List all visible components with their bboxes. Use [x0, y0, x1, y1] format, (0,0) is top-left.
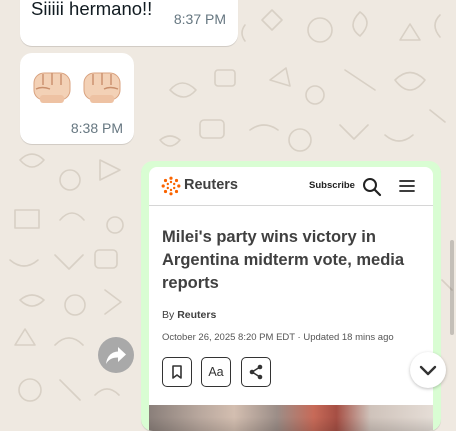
bookmark-button[interactable] [162, 357, 192, 387]
bookmark-icon [172, 365, 182, 379]
text-size-button[interactable]: Aa [201, 357, 231, 387]
incoming-message[interactable]: 8:38 PM [20, 53, 134, 144]
article-dateline: October 26, 2025 8:20 PM EDT · Updated 1… [162, 332, 394, 343]
article-photo [149, 405, 433, 431]
subscribe-link[interactable]: Subscribe [309, 180, 355, 191]
incoming-message[interactable]: Siiiii hermano!! 8:37 PM [20, 0, 238, 46]
share-icon [249, 364, 263, 380]
fist-emoji-icon [83, 72, 121, 103]
reuters-logo-icon [161, 176, 181, 196]
scrollbar[interactable] [450, 240, 454, 335]
search-icon[interactable] [362, 177, 382, 197]
fist-emoji-icon [33, 72, 71, 103]
message-time: 8:38 PM [70, 120, 123, 136]
menu-icon[interactable] [398, 178, 416, 194]
chevron-down-icon [419, 365, 437, 376]
forward-icon [106, 347, 126, 364]
outgoing-link-message[interactable]: Reuters Subscribe Milei's party wins vic… [141, 161, 441, 431]
share-button[interactable] [241, 357, 271, 387]
message-time: 8:37 PM [173, 11, 226, 27]
message-text: Siiiii hermano!! [31, 0, 153, 19]
reuters-header: Reuters Subscribe [149, 167, 433, 206]
forward-button[interactable] [98, 337, 134, 373]
link-preview-card[interactable]: Reuters Subscribe Milei's party wins vic… [149, 167, 433, 431]
article-headline[interactable]: Milei's party wins victory in Argentina … [162, 226, 424, 295]
article-byline: By Reuters [162, 309, 216, 321]
byline-prefix: By [162, 309, 175, 321]
byline-author[interactable]: Reuters [177, 309, 216, 321]
text-size-label: Aa [208, 365, 224, 379]
brand-name: Reuters [184, 177, 238, 193]
scroll-to-bottom-button[interactable] [410, 352, 446, 388]
